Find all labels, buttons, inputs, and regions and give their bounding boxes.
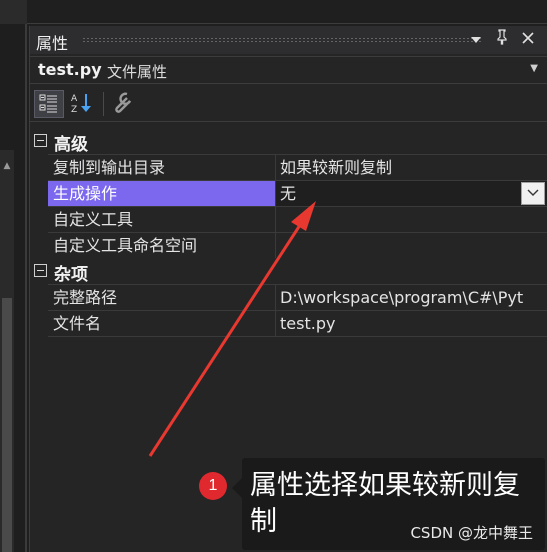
pin-icon[interactable] [492,29,512,51]
close-icon[interactable] [518,29,538,51]
step-number-badge: 1 [199,472,227,500]
scroll-up-icon[interactable]: ▲ [0,160,14,172]
property-name: 自定义工具命名空间 [48,233,276,258]
property-value[interactable]: test.py [276,311,547,336]
categorized-icon [39,94,57,113]
property-row-copy-to-output[interactable]: 复制到输出目录 如果较新则复制 [48,154,547,180]
alphabetical-view-button[interactable]: A Z [68,90,98,118]
property-row-custom-tool[interactable]: 自定义工具 [48,206,547,232]
property-value[interactable] [276,233,547,258]
drag-grip[interactable] [82,37,482,43]
property-row-custom-tool-namespace[interactable]: 自定义工具命名空间 [48,232,547,258]
panel-options-dropdown-icon[interactable] [466,29,486,51]
object-selector[interactable]: test.py 文件属性 ▼ [30,56,547,84]
property-name: 完整路径 [48,285,276,310]
property-row-full-path[interactable]: 完整路径 D:\workspace\program\C#\Pyt [48,284,547,310]
panel-titlebar[interactable]: 属性 [30,26,547,54]
annotation-callout: 属性选择如果较新则复制 CSDN @龙中舞王 [232,458,545,550]
property-pages-button[interactable] [108,90,138,118]
chevron-down-icon [471,37,481,43]
property-value[interactable]: 无 [276,181,547,206]
property-name: 复制到输出目录 [48,155,276,180]
property-value[interactable]: 如果较新则复制 [276,155,547,180]
panel-title: 属性 [36,34,69,53]
collapse-icon[interactable] [34,134,47,147]
category-label: 杂项 [54,265,88,285]
value-dropdown-chevron-down-icon[interactable] [521,182,545,205]
svg-text:A: A [71,94,78,104]
watermark: CSDN @龙中舞王 [410,524,533,542]
property-name: 生成操作 [48,181,276,206]
property-row-build-action[interactable]: 生成操作 无 [48,180,547,206]
category-misc[interactable]: 杂项 [30,258,547,285]
properties-toolbar: A Z [30,86,547,122]
editor-scroll-thumb[interactable] [2,298,12,552]
object-type: 文件属性 [107,63,168,81]
object-name: test.py [38,60,102,79]
property-name: 文件名 [48,311,276,336]
sort-alphabetical-icon: A Z [71,94,91,115]
collapse-icon[interactable] [34,264,47,277]
property-row-file-name[interactable]: 文件名 test.py [48,310,547,337]
splitter[interactable] [25,24,27,552]
editor-edge: ▲ [0,0,27,552]
editor-tab-strip [0,0,27,24]
property-value[interactable]: D:\workspace\program\C#\Pyt [276,285,547,310]
toolbar-separator [103,92,104,116]
object-dropdown-icon[interactable]: ▼ [530,63,538,74]
category-advanced[interactable]: 高级 [30,128,547,155]
wrench-icon [115,92,132,113]
svg-text:Z: Z [71,105,77,115]
property-name: 自定义工具 [48,207,276,232]
category-label: 高级 [54,135,88,155]
app-top-bar [27,0,547,24]
categorized-view-button[interactable] [34,90,64,118]
property-value[interactable] [276,207,547,232]
